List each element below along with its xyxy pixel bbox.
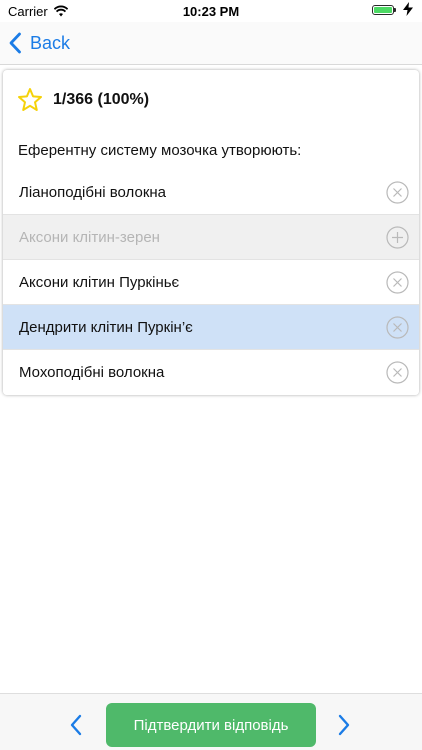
close-circle-icon[interactable] — [386, 271, 409, 294]
chevron-left-icon — [9, 32, 21, 54]
clock: 10:23 PM — [182, 4, 240, 19]
battery-icon — [372, 5, 396, 15]
answer-option-label: Ліаноподібні волокна — [19, 183, 167, 201]
back-button[interactable]: Back — [8, 30, 70, 56]
previous-question-button[interactable] — [68, 714, 84, 736]
answer-option[interactable]: Аксони клітин-зерен — [3, 215, 419, 260]
question-card: 1/366 (100%) Еферентну систему мозочка у… — [3, 70, 419, 395]
answer-option-label: Дендрити клітин Пуркін’є — [19, 318, 193, 336]
answer-option[interactable]: Ліаноподібні волокна — [3, 170, 419, 215]
answer-option-label: Аксони клітин-зерен — [19, 228, 160, 246]
charging-bolt-icon — [402, 2, 414, 16]
next-question-button[interactable] — [336, 714, 352, 736]
question-text: Еферентну систему мозочка утворюють: — [18, 142, 302, 159]
status-bar: Carrier 10:23 PM — [0, 0, 422, 22]
confirm-answer-button[interactable]: Підтвердити відповідь — [106, 703, 316, 747]
add-circle-icon[interactable] — [386, 226, 409, 249]
answer-option-label: Аксони клітин Пуркіньє — [19, 273, 180, 291]
navigation-bar: Back — [0, 22, 422, 64]
close-circle-icon[interactable] — [386, 361, 409, 384]
answer-option[interactable]: Дендрити клітин Пуркін’є — [3, 305, 419, 350]
close-circle-icon[interactable] — [386, 316, 409, 339]
chevron-left-icon — [70, 714, 82, 736]
answer-options: Ліаноподібні волокна Аксони клітин-зерен… — [3, 170, 419, 395]
answer-option-label: Мохоподібні волокна — [19, 364, 165, 381]
answer-option[interactable]: Аксони клітин Пуркіньє — [3, 260, 419, 305]
back-label: Back — [30, 32, 71, 53]
star-icon — [18, 88, 42, 111]
chevron-right-icon — [338, 714, 350, 736]
bottom-toolbar: Підтвердити відповідь — [0, 693, 422, 750]
score-text: 1/366 (100%) — [53, 91, 150, 108]
answer-option[interactable]: Мохоподібні волокна — [3, 350, 419, 395]
nav-divider — [0, 64, 422, 65]
close-circle-icon[interactable] — [386, 181, 409, 204]
score-row: 1/366 (100%) — [17, 86, 149, 114]
